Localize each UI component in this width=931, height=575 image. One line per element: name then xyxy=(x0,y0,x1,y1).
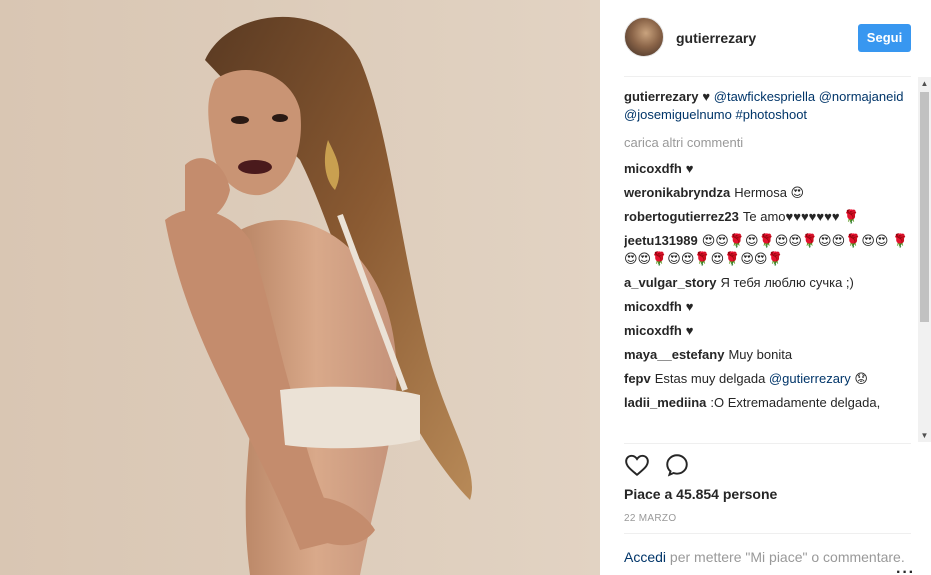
comment-item: robertogutierrez23 Te amo♥♥♥♥♥♥♥ 🌹 xyxy=(624,208,914,226)
login-prompt: Accedi per mettere "Mi piace" o commenta… xyxy=(624,548,924,566)
comment-username[interactable]: robertogutierrez23 xyxy=(624,209,739,224)
comment-username[interactable]: fepv xyxy=(624,371,651,386)
comment-item: micoxdfh ♥ xyxy=(624,322,914,340)
comment-text: :O Extremadamente delgada, xyxy=(710,395,881,410)
load-more-comments[interactable]: carica altri commenti xyxy=(624,134,914,152)
comment-username[interactable]: micoxdfh xyxy=(624,161,682,176)
photo-illustration xyxy=(165,16,472,575)
comment-item: micoxdfh ♥ xyxy=(624,160,914,178)
scrollbar-thumb[interactable] xyxy=(920,92,929,322)
caption-heart: ♥ xyxy=(702,89,711,104)
comment-username[interactable]: ladii_mediina xyxy=(624,395,706,410)
post-username[interactable]: gutierrezary xyxy=(676,30,756,46)
login-prompt-text: per mettere "Mi piace" o commentare. xyxy=(666,549,905,565)
likes-count[interactable]: Piace a 45.854 persone xyxy=(624,486,777,502)
comment-item: ladii_mediina :O Extremadamente delgada, xyxy=(624,394,914,412)
comment-item: fepv Estas muy delgada @gutierrezary 😟 xyxy=(624,370,914,388)
comment-username[interactable]: micoxdfh xyxy=(624,323,682,338)
mention-link[interactable]: @tawfickespriella xyxy=(714,89,815,104)
comment-item: micoxdfh ♥ xyxy=(624,298,914,316)
comment-text: Hermosa 😍 xyxy=(734,185,805,200)
comment-username[interactable]: micoxdfh xyxy=(624,299,682,314)
actions-divider xyxy=(624,443,911,444)
comments-list[interactable]: gutierrezary ♥ @tawfickespriella @normaja… xyxy=(624,88,914,440)
caption-username[interactable]: gutierrezary xyxy=(624,89,698,104)
follow-button[interactable]: Segui xyxy=(858,24,911,52)
post-caption: gutierrezary ♥ @tawfickespriella @normaja… xyxy=(624,88,914,124)
comment-text: ♥ xyxy=(685,323,694,338)
heart-icon[interactable] xyxy=(624,452,652,480)
comment-text: ♥ xyxy=(685,161,694,176)
hashtag-link[interactable]: #photoshoot xyxy=(735,107,807,122)
bottom-divider xyxy=(624,533,911,534)
comment-text: Te amo♥♥♥♥♥♥♥ 🌹 xyxy=(742,209,860,224)
comment-text: Я тебя люблю сучка ;) xyxy=(720,275,854,290)
header-divider xyxy=(624,76,911,77)
mention-link[interactable]: @gutierrezary xyxy=(769,371,851,386)
comment-username[interactable]: maya__estefany xyxy=(624,347,724,362)
comment-item: a_vulgar_story Я тебя люблю сучка ;) xyxy=(624,274,914,292)
comment-username[interactable]: a_vulgar_story xyxy=(624,275,717,290)
post-header: gutierrezary Segui xyxy=(600,0,931,77)
comment-username[interactable]: jeetu131989 xyxy=(624,233,698,248)
login-link[interactable]: Accedi xyxy=(624,549,666,565)
comment-text: Muy bonita xyxy=(728,347,793,362)
scroll-down-arrow-icon[interactable]: ▼ xyxy=(918,429,931,442)
comment-text-suffix: 😟 xyxy=(850,371,868,386)
mention-link[interactable]: @josemiguelnumo xyxy=(624,107,732,122)
post-date: 22 MARZO xyxy=(624,513,677,524)
comment-item: maya__estefany Muy bonita xyxy=(624,346,914,364)
comment-text: ♥ xyxy=(685,299,694,314)
comment-item: jeetu131989 😍😍🌹😍🌹😍😍🌹😍😍🌹😍😍 🌹😍😍🌹😍😍🌹😍🌹😍😍🌹 xyxy=(624,232,914,268)
comments-scrollbar[interactable]: ▲ ▼ xyxy=(918,77,931,442)
comment-icon[interactable] xyxy=(664,452,692,480)
more-options-icon[interactable]: ··· xyxy=(896,564,915,575)
post-photo[interactable] xyxy=(0,0,600,575)
comment-username[interactable]: weronikabryndza xyxy=(624,185,730,200)
comment-item: weronikabryndza Hermosa 😍 xyxy=(624,184,914,202)
scroll-up-arrow-icon[interactable]: ▲ xyxy=(918,77,931,90)
mention-link[interactable]: @normajaneid xyxy=(819,89,904,104)
comment-text: Estas muy delgada xyxy=(654,371,769,386)
user-avatar[interactable] xyxy=(624,17,664,57)
